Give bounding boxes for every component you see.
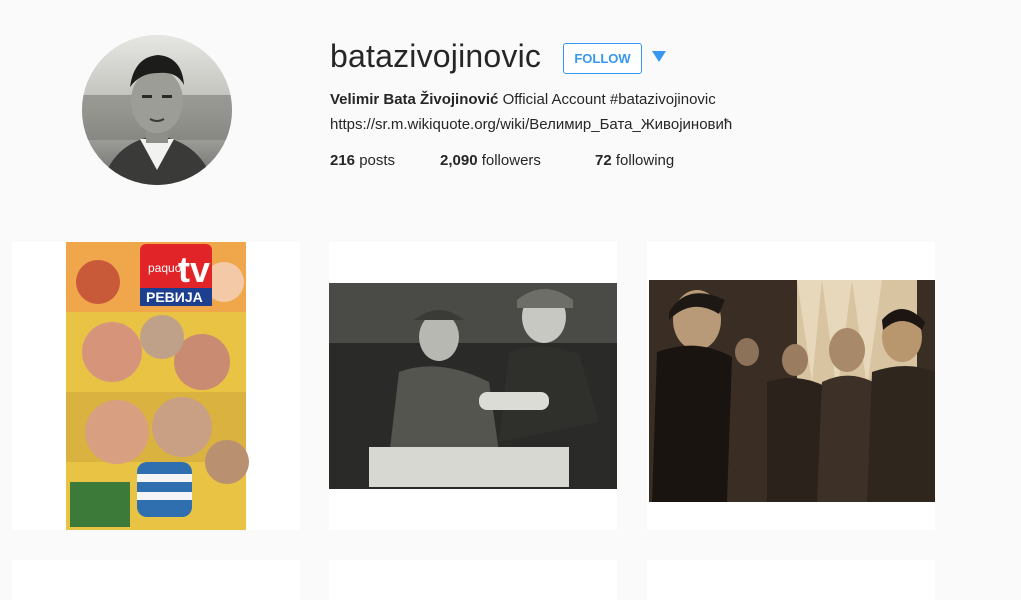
follow-button[interactable]: FOLLOW [563, 43, 642, 74]
stat-posts: 216 posts [330, 152, 395, 169]
profile-full-name: Velimir Bata Živojinović [330, 91, 499, 108]
magazine-brand-big: tv [178, 249, 210, 290]
following-label: following [611, 152, 675, 169]
avatar-photo [82, 35, 232, 185]
posts-count: 216 [330, 152, 356, 169]
posts-label: posts [355, 152, 396, 169]
profile-avatar [82, 35, 232, 185]
chevron-down-icon [652, 51, 666, 62]
film-still-photo [329, 242, 617, 530]
options-dropdown-button[interactable] [650, 48, 668, 66]
post-tile[interactable] [329, 560, 617, 600]
stat-following[interactable]: 72 following [595, 152, 674, 169]
magazine-cover-image: paquo tv РЕВИЈА [12, 242, 300, 530]
post-tile[interactable] [647, 560, 935, 600]
post-tile-film-still-1[interactable] [329, 242, 617, 530]
post-tile[interactable] [12, 560, 300, 600]
post-tile-group-photo[interactable] [647, 242, 935, 530]
group-photo [647, 242, 935, 530]
profile-website-link[interactable]: https://sr.m.wikiquote.org/wiki/Велимир_… [330, 116, 732, 133]
followers-label: followers [477, 152, 541, 169]
profile-username: batazivojinovic [330, 38, 542, 74]
magazine-title: РЕВИЈА [146, 289, 203, 305]
post-tile-magazine-cover[interactable]: paquo tv РЕВИЈА [12, 242, 300, 530]
bio-text: Official Account [498, 91, 610, 108]
bio-hashtag-link[interactable]: #batazivojinovic [610, 91, 716, 108]
followers-count: 2,090 [440, 152, 478, 169]
stat-followers[interactable]: 2,090 followers [440, 152, 541, 169]
profile-bio: Velimir Bata Živojinović Official Accoun… [330, 91, 716, 108]
following-count: 72 [595, 152, 612, 169]
magazine-brand-small: paquo [148, 261, 182, 275]
